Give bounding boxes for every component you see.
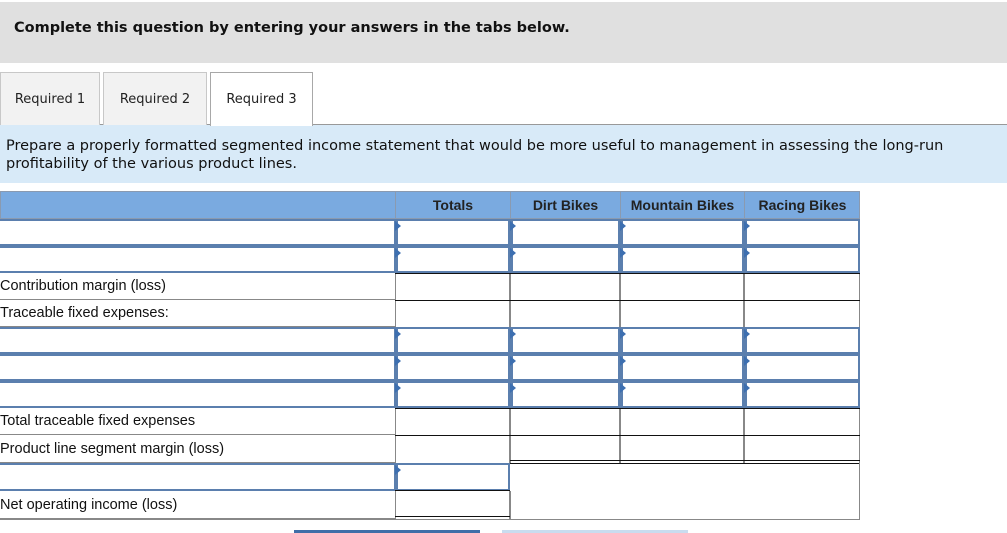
input-cell-dirt-bikes[interactable] [510,354,620,381]
tab-label: Required 3 [226,92,297,107]
value-cell-racing-bikes [744,435,860,463]
dropdown-marker-icon [510,356,516,366]
input-cell-totals[interactable] [395,463,510,491]
dropdown-marker-icon [620,221,626,231]
tab-required-1[interactable]: Required 1 [0,72,100,125]
dropdown-marker-icon [620,383,626,393]
value-cell-totals [395,491,510,519]
column-header-dirt-bikes: Dirt Bikes [510,191,620,219]
row-label-input[interactable] [0,463,396,491]
dropdown-marker-icon [744,356,750,366]
tab-required-2[interactable]: Required 2 [103,72,207,125]
value-cell-mountain-bikes [620,273,744,300]
tab-label: Required 1 [14,91,86,107]
input-cell-mountain-bikes[interactable] [620,354,744,381]
input-cell-racing-bikes[interactable] [744,354,860,381]
value-cell-totals [395,435,510,463]
input-cell-dirt-bikes[interactable] [510,246,620,273]
rule-line [395,490,510,491]
dropdown-marker-icon [395,383,401,393]
rule-line [395,408,860,409]
input-cell-racing-bikes[interactable] [744,246,860,273]
value-cell-mountain-bikes [620,435,744,463]
dropdown-marker-icon [395,221,401,231]
dropdown-marker-icon [510,383,516,393]
value-cell-mountain-bikes [620,300,744,327]
row-label: Net operating income (loss) [0,491,395,519]
value-cell-dirt-bikes [510,273,620,300]
value-cell-racing-bikes [744,273,860,300]
value-cell-mountain-bikes [620,408,744,435]
row-label: Total traceable fixed expenses [0,408,395,435]
question-banner: Complete this question by entering your … [0,2,1007,63]
input-cell-mountain-bikes[interactable] [620,327,744,354]
dropdown-marker-icon [510,221,516,231]
input-cell-totals[interactable] [395,246,510,273]
input-cell-racing-bikes[interactable] [744,327,860,354]
value-cell-totals [395,273,510,300]
row-label: Contribution margin (loss) [0,273,395,300]
value-cell-dirt-bikes [510,300,620,327]
banner-text: Complete this question by entering your … [14,20,570,36]
input-cell-totals[interactable] [395,381,510,408]
input-cell-racing-bikes[interactable] [744,381,860,408]
row-label-input[interactable] [0,219,396,246]
dropdown-marker-icon [620,248,626,258]
row-label-input[interactable] [0,327,396,354]
value-cell-racing-bikes [744,300,860,327]
dropdown-marker-icon [620,329,626,339]
dropdown-marker-icon [744,329,750,339]
row-label-input[interactable] [0,381,396,408]
tab-required-3[interactable]: Required 3 [210,72,313,126]
value-cell-totals [395,408,510,435]
row-label-input[interactable] [0,354,396,381]
input-cell-mountain-bikes[interactable] [620,246,744,273]
row-label: Product line segment margin (loss) [0,435,395,463]
dropdown-marker-icon [510,329,516,339]
value-cell-racing-bikes [744,408,860,435]
rule-line [395,435,860,436]
rule-line [395,300,860,301]
row-label: Traceable fixed expenses: [0,300,395,327]
dropdown-marker-icon [510,248,516,258]
instructions-panel: Prepare a properly formatted segmented i… [0,125,1007,183]
rule-line [395,273,860,274]
dropdown-marker-icon [744,248,750,258]
column-header-mountain-bikes: Mountain Bikes [620,191,744,219]
dropdown-marker-icon [395,356,401,366]
rule-line [510,460,860,464]
input-cell-totals[interactable] [395,354,510,381]
dropdown-marker-icon [395,465,401,475]
dropdown-marker-icon [744,383,750,393]
rule-line [510,491,511,520]
input-cell-racing-bikes[interactable] [744,219,860,246]
input-cell-dirt-bikes[interactable] [510,381,620,408]
input-cell-dirt-bikes[interactable] [510,219,620,246]
dropdown-marker-icon [620,356,626,366]
dropdown-marker-icon [744,221,750,231]
input-cell-mountain-bikes[interactable] [620,219,744,246]
rule-line [0,519,860,520]
column-header-racing-bikes: Racing Bikes [744,191,860,219]
row-label-input[interactable] [0,246,396,273]
value-cell-dirt-bikes [510,435,620,463]
tab-label: Required 2 [119,91,191,107]
input-cell-dirt-bikes[interactable] [510,327,620,354]
value-cell-totals [395,300,510,327]
dropdown-marker-icon [395,248,401,258]
value-cell-dirt-bikes [510,408,620,435]
rule-line [859,463,860,520]
column-header-totals: Totals [395,191,510,219]
input-cell-mountain-bikes[interactable] [620,381,744,408]
instructions-text: Prepare a properly formatted segmented i… [6,138,944,172]
input-cell-totals[interactable] [395,327,510,354]
input-cell-totals[interactable] [395,219,510,246]
dropdown-marker-icon [395,329,401,339]
